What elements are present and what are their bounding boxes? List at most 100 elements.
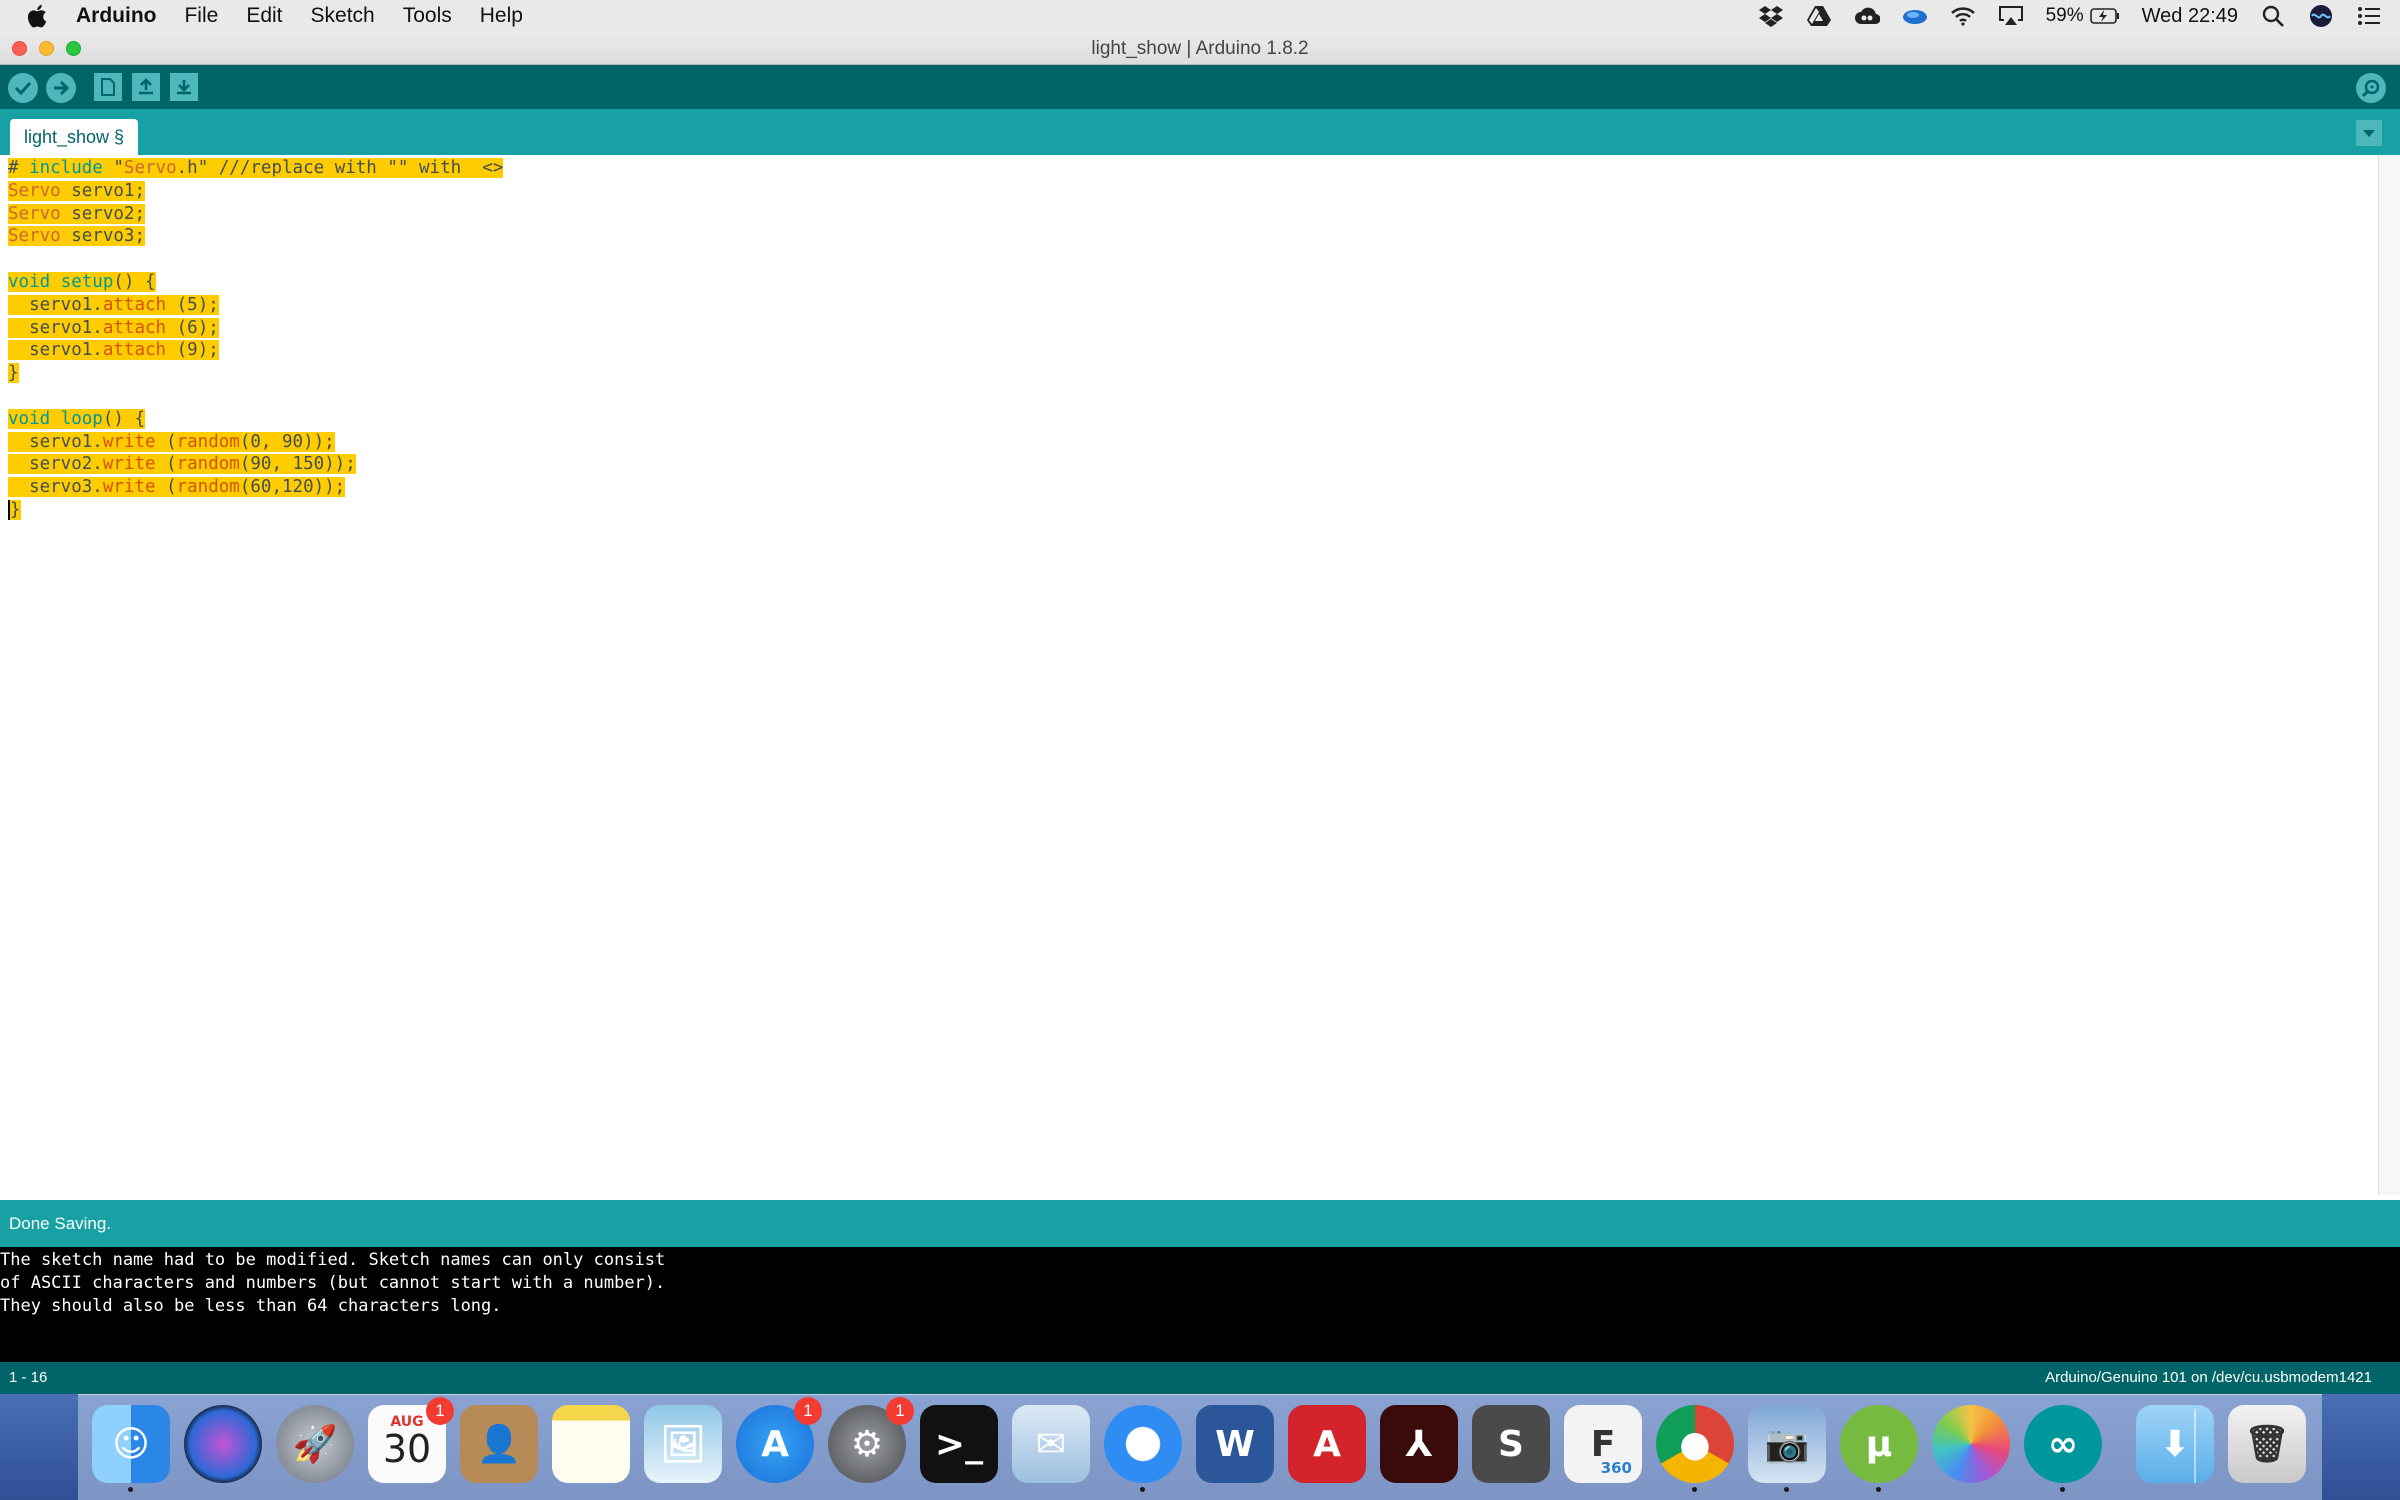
running-indicator bbox=[128, 1487, 133, 1492]
code-line[interactable]: Servo servo2; bbox=[8, 203, 503, 226]
dock-separator bbox=[2194, 1409, 2196, 1483]
console-line: They should also be less than 64 charact… bbox=[0, 1295, 502, 1316]
open-icon bbox=[139, 78, 153, 95]
menu-tools[interactable]: Tools bbox=[403, 4, 452, 28]
tab-bar: light_show § bbox=[0, 109, 2400, 155]
code-line[interactable]: } bbox=[8, 499, 503, 522]
app-label: 360 bbox=[1600, 1459, 1632, 1477]
running-indicator bbox=[2060, 1487, 2065, 1492]
code-line[interactable]: void setup() { bbox=[8, 271, 503, 294]
code-line[interactable] bbox=[8, 385, 503, 408]
code-area[interactable]: # include "Servo.h" ///replace with "" w… bbox=[8, 157, 504, 522]
creative-cloud-icon[interactable] bbox=[1854, 4, 1880, 28]
window-title: light_show | Arduino 1.8.2 bbox=[1091, 38, 1309, 59]
code-editor[interactable]: # include "Servo.h" ///replace with "" w… bbox=[0, 155, 2400, 1195]
word-icon[interactable]: W bbox=[1196, 1405, 1274, 1483]
code-line[interactable]: servo1.attach (6); bbox=[8, 317, 503, 340]
image-capture-icon[interactable]: 📷 bbox=[1748, 1405, 1826, 1492]
battery-percent: 59% bbox=[2045, 5, 2084, 26]
editor-scrollbar[interactable] bbox=[2378, 155, 2400, 1195]
code-line[interactable]: void loop() { bbox=[8, 408, 503, 431]
console-line: of ASCII characters and numbers (but can… bbox=[0, 1272, 666, 1293]
app-store-icon[interactable]: A1 bbox=[736, 1397, 822, 1483]
board-port-info: Arduino/Genuino 101 on /dev/cu.usbmodem1… bbox=[2045, 1369, 2372, 1386]
airplay-icon[interactable] bbox=[1998, 4, 2024, 28]
save-sketch-button[interactable] bbox=[170, 73, 198, 101]
menu-file[interactable]: File bbox=[184, 4, 218, 28]
window-title-bar: light_show | Arduino 1.8.2 bbox=[0, 32, 2400, 65]
fusion-360-icon[interactable]: F 360 bbox=[1564, 1405, 1642, 1483]
finder-icon[interactable]: ☺ bbox=[92, 1405, 170, 1492]
verify-button[interactable] bbox=[8, 73, 38, 103]
acrobat-icon[interactable]: ⅄ bbox=[1380, 1405, 1458, 1483]
launchpad-icon[interactable]: 🚀 bbox=[276, 1405, 354, 1483]
serial-monitor-button[interactable] bbox=[2356, 73, 2386, 103]
contacts-icon[interactable]: 👤 bbox=[460, 1405, 538, 1483]
new-sketch-button[interactable] bbox=[94, 73, 122, 101]
open-sketch-button[interactable] bbox=[132, 73, 160, 101]
running-indicator bbox=[1784, 1487, 1789, 1492]
tab-light-show[interactable]: light_show § bbox=[10, 119, 139, 155]
notification-badge: 1 bbox=[794, 1397, 822, 1425]
running-indicator bbox=[1140, 1487, 1145, 1492]
arduino-icon[interactable]: ∞ bbox=[2024, 1405, 2102, 1492]
menu-sketch[interactable]: Sketch bbox=[311, 4, 375, 28]
upload-button[interactable] bbox=[46, 73, 76, 103]
notification-badge: 1 bbox=[886, 1397, 914, 1425]
mail-icon[interactable]: ✉ bbox=[1012, 1405, 1090, 1483]
chrome-icon[interactable]: ● bbox=[1656, 1405, 1734, 1492]
code-line[interactable]: servo1.attach (9); bbox=[8, 339, 503, 362]
dock: ☺ 🚀 AUG 30 1 👤 🖼 A 1 ⚙ 1 >_ ✉ ✦ W A ⅄ S F 360 ● 📷 µ ∞ ⬇ 🗑 bbox=[78, 1394, 2322, 1500]
terminal-icon[interactable]: >_ bbox=[920, 1405, 998, 1483]
apple-icon[interactable] bbox=[24, 2, 52, 30]
status-footer: 1 - 16 Arduino/Genuino 101 on /dev/cu.us… bbox=[0, 1362, 2400, 1394]
new-icon bbox=[101, 78, 115, 96]
downloads-folder-icon[interactable]: ⬇ bbox=[2136, 1405, 2214, 1483]
tab-menu-button[interactable] bbox=[2356, 120, 2382, 146]
utorrent-icon[interactable]: µ bbox=[1840, 1405, 1918, 1492]
status-message: Done Saving. bbox=[0, 1200, 2400, 1247]
menu-help[interactable]: Help bbox=[480, 4, 523, 28]
code-line[interactable] bbox=[8, 248, 503, 271]
menu-bar: Arduino File Edit Sketch Tools Help 59% … bbox=[0, 0, 2400, 32]
upload-icon bbox=[54, 80, 70, 96]
trash-icon[interactable]: 🗑 bbox=[2228, 1405, 2306, 1483]
siri-icon[interactable] bbox=[2308, 4, 2334, 28]
running-indicator bbox=[1692, 1487, 1697, 1492]
notification-center-icon[interactable] bbox=[2356, 4, 2382, 28]
code-line[interactable]: servo1.attach (5); bbox=[8, 294, 503, 317]
code-line[interactable]: servo3.write (random(60,120)); bbox=[8, 476, 503, 499]
code-line[interactable]: servo2.write (random(90, 150)); bbox=[8, 453, 503, 476]
system-preferences-icon[interactable]: ⚙ 1 bbox=[828, 1397, 914, 1483]
chevron-down-icon bbox=[2363, 130, 2375, 137]
code-line[interactable]: Servo servo3; bbox=[8, 225, 503, 248]
preview-icon[interactable]: 🖼 bbox=[644, 1405, 722, 1483]
running-indicator bbox=[1876, 1487, 1881, 1492]
toolbar bbox=[0, 65, 2400, 109]
console-output: The sketch name had to be modified. Sket… bbox=[0, 1247, 2400, 1362]
sublime-text-icon[interactable]: S bbox=[1472, 1405, 1550, 1483]
google-drive-icon[interactable] bbox=[1806, 4, 1832, 28]
menu-app-name[interactable]: Arduino bbox=[76, 4, 156, 28]
battery-icon[interactable] bbox=[2089, 8, 2120, 24]
onedrive-icon[interactable] bbox=[1902, 4, 1928, 28]
code-line[interactable]: Servo servo1; bbox=[8, 180, 503, 203]
wifi-icon[interactable] bbox=[1950, 4, 1976, 28]
code-line[interactable]: } bbox=[8, 362, 503, 385]
calendar-icon[interactable]: AUG 30 1 bbox=[368, 1397, 454, 1483]
code-line[interactable]: # include "Servo.h" ///replace with "" w… bbox=[8, 157, 504, 180]
verify-icon bbox=[14, 81, 32, 96]
siri-icon[interactable] bbox=[184, 1405, 262, 1483]
menu-edit[interactable]: Edit bbox=[246, 4, 282, 28]
clock[interactable]: Wed 22:49 bbox=[2142, 5, 2238, 28]
spotlight-icon[interactable] bbox=[2260, 4, 2286, 28]
notification-badge: 1 bbox=[426, 1397, 454, 1425]
notes-icon[interactable] bbox=[552, 1405, 630, 1483]
photos-icon[interactable] bbox=[1932, 1405, 2010, 1483]
dropbox-icon[interactable] bbox=[1758, 4, 1784, 28]
line-range: 1 - 16 bbox=[9, 1369, 48, 1386]
safari-icon[interactable]: ✦ bbox=[1104, 1405, 1182, 1492]
code-line[interactable]: servo1.write (random(0, 90)); bbox=[8, 431, 503, 454]
desktop-background: ☺ 🚀 AUG 30 1 👤 🖼 A 1 ⚙ 1 >_ ✉ ✦ W A ⅄ S F 360 ● 📷 µ ∞ ⬇ 🗑 bbox=[0, 1394, 2400, 1500]
autocad-icon[interactable]: A bbox=[1288, 1405, 1366, 1483]
